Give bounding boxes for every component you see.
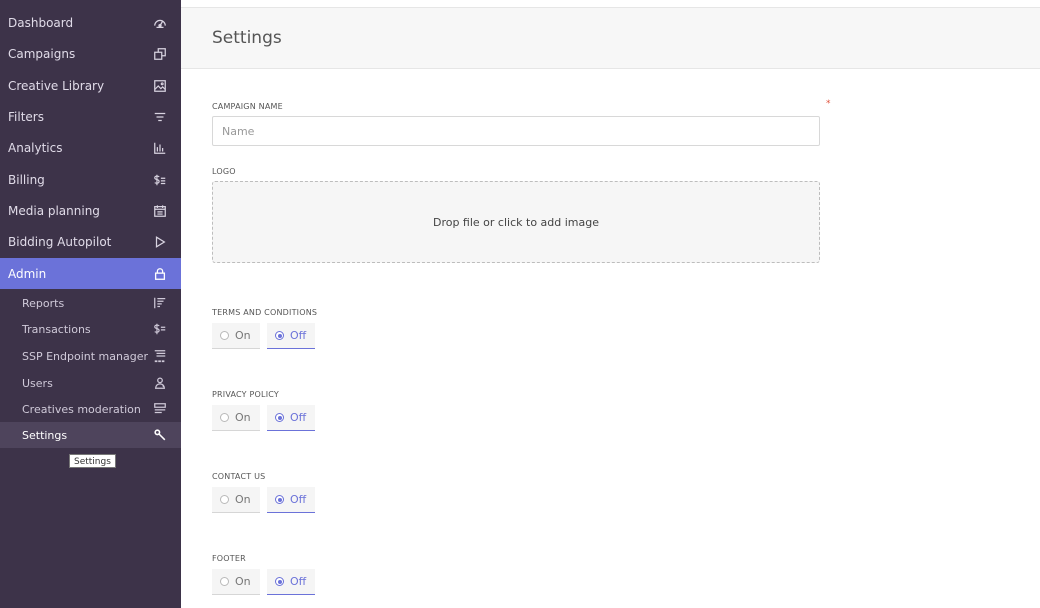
radio-checked-icon (275, 413, 284, 422)
sidebar-subitem-label: Transactions (22, 322, 91, 336)
contact-toggle: On Off (212, 487, 315, 513)
radio-icon (220, 331, 229, 340)
terms-on-option[interactable]: On (212, 323, 260, 349)
sidebar-item-label: Campaigns (8, 46, 76, 61)
sidebar-subitem-reports[interactable]: Reports (0, 290, 181, 316)
filter-icon (152, 109, 168, 125)
sidebar-subitem-users[interactable]: Users (0, 370, 181, 396)
dashboard-icon (152, 15, 168, 31)
contact-off-option[interactable]: Off (267, 487, 315, 513)
privacy-on-option[interactable]: On (212, 405, 260, 431)
on-label: On (235, 493, 251, 506)
settings-tooltip: Settings (69, 454, 116, 468)
billing-icon (152, 172, 168, 188)
sidebar-item-label: Filters (8, 109, 44, 124)
privacy-toggle: On Off (212, 405, 315, 431)
reports-icon (152, 295, 168, 311)
page-header: Settings (181, 7, 1040, 69)
terms-toggle: On Off (212, 323, 315, 349)
privacy-label: PRIVACY POLICY (212, 390, 279, 399)
on-label: On (235, 411, 251, 424)
sidebar-subitem-label: Settings (22, 428, 68, 442)
sidebar: Dashboard Campaigns Creative Library Fil… (0, 0, 181, 608)
sidebar-item-media-planning[interactable]: Media planning (0, 195, 181, 226)
app-window: Dashboard Campaigns Creative Library Fil… (0, 0, 1040, 608)
required-mark: * (826, 99, 831, 109)
main-content: Settings CAMPAIGN NAME * LOGO Drop file … (181, 0, 1040, 608)
transactions-icon (152, 321, 168, 337)
sidebar-subitem-label: Users (22, 376, 53, 390)
radio-checked-icon (275, 577, 284, 586)
privacy-off-option[interactable]: Off (267, 405, 315, 431)
sidebar-item-filters[interactable]: Filters (0, 101, 181, 132)
sidebar-item-bidding-autopilot[interactable]: Bidding Autopilot (0, 226, 181, 257)
sidebar-item-campaigns[interactable]: Campaigns (0, 38, 181, 69)
logo-label: LOGO (212, 167, 236, 176)
contact-label: CONTACT US (212, 472, 266, 481)
page-title: Settings (212, 28, 282, 48)
contact-on-option[interactable]: On (212, 487, 260, 513)
wrench-icon (152, 427, 168, 443)
sidebar-item-dashboard[interactable]: Dashboard (0, 7, 181, 38)
dropzone-text: Drop file or click to add image (432, 215, 600, 229)
radio-icon (220, 413, 229, 422)
on-label: On (235, 575, 251, 588)
sidebar-item-label: Creative Library (8, 78, 105, 93)
sidebar-item-creative-library[interactable]: Creative Library (0, 70, 181, 101)
sidebar-subitem-label: SSP Endpoint manager (22, 349, 148, 363)
sidebar-item-label: Dashboard (8, 15, 74, 30)
sidebar-item-label: Bidding Autopilot (8, 234, 112, 249)
on-label: On (235, 329, 251, 342)
image-icon (152, 78, 168, 94)
sidebar-item-label: Media planning (8, 203, 100, 218)
sidebar-item-analytics[interactable]: Analytics (0, 132, 181, 163)
footer-on-option[interactable]: On (212, 569, 260, 595)
off-label: Off (290, 493, 307, 506)
play-icon (152, 234, 168, 250)
off-label: Off (290, 329, 307, 342)
campaign-name-label: CAMPAIGN NAME (212, 102, 283, 111)
moderation-icon (152, 401, 168, 417)
sidebar-item-billing[interactable]: Billing (0, 164, 181, 195)
sidebar-subitem-transactions[interactable]: Transactions (0, 316, 181, 342)
footer-toggle: On Off (212, 569, 315, 595)
calendar-icon (152, 203, 168, 219)
off-label: Off (290, 575, 307, 588)
sidebar-subitem-label: Reports (22, 296, 65, 310)
logo-dropzone[interactable]: Drop file or click to add image (212, 181, 820, 263)
radio-icon (220, 495, 229, 504)
radio-checked-icon (275, 495, 284, 504)
users-icon (152, 375, 168, 391)
sidebar-subitem-ssp-endpoint-manager[interactable]: SSP Endpoint manager (0, 343, 181, 369)
sidebar-item-label: Billing (8, 172, 45, 187)
sidebar-item-label: Admin (8, 266, 47, 281)
sidebar-subitem-label: Creatives moderation (22, 402, 141, 416)
sidebar-subitem-creatives-moderation[interactable]: Creatives moderation (0, 396, 181, 422)
sidebar-item-label: Analytics (8, 140, 63, 155)
campaign-name-input[interactable] (212, 116, 820, 146)
footer-label: FOOTER (212, 554, 246, 563)
sidebar-subitem-settings[interactable]: Settings (0, 422, 181, 448)
campaigns-icon (152, 46, 168, 62)
sidebar-item-admin[interactable]: Admin (0, 258, 181, 289)
bar-chart-icon (152, 140, 168, 156)
terms-off-option[interactable]: Off (267, 323, 315, 349)
footer-off-option[interactable]: Off (267, 569, 315, 595)
ssp-list-icon (152, 348, 168, 364)
radio-checked-icon (275, 331, 284, 340)
lock-icon (152, 266, 168, 282)
off-label: Off (290, 411, 307, 424)
radio-icon (220, 577, 229, 586)
terms-label: TERMS AND CONDITIONS (212, 308, 318, 317)
